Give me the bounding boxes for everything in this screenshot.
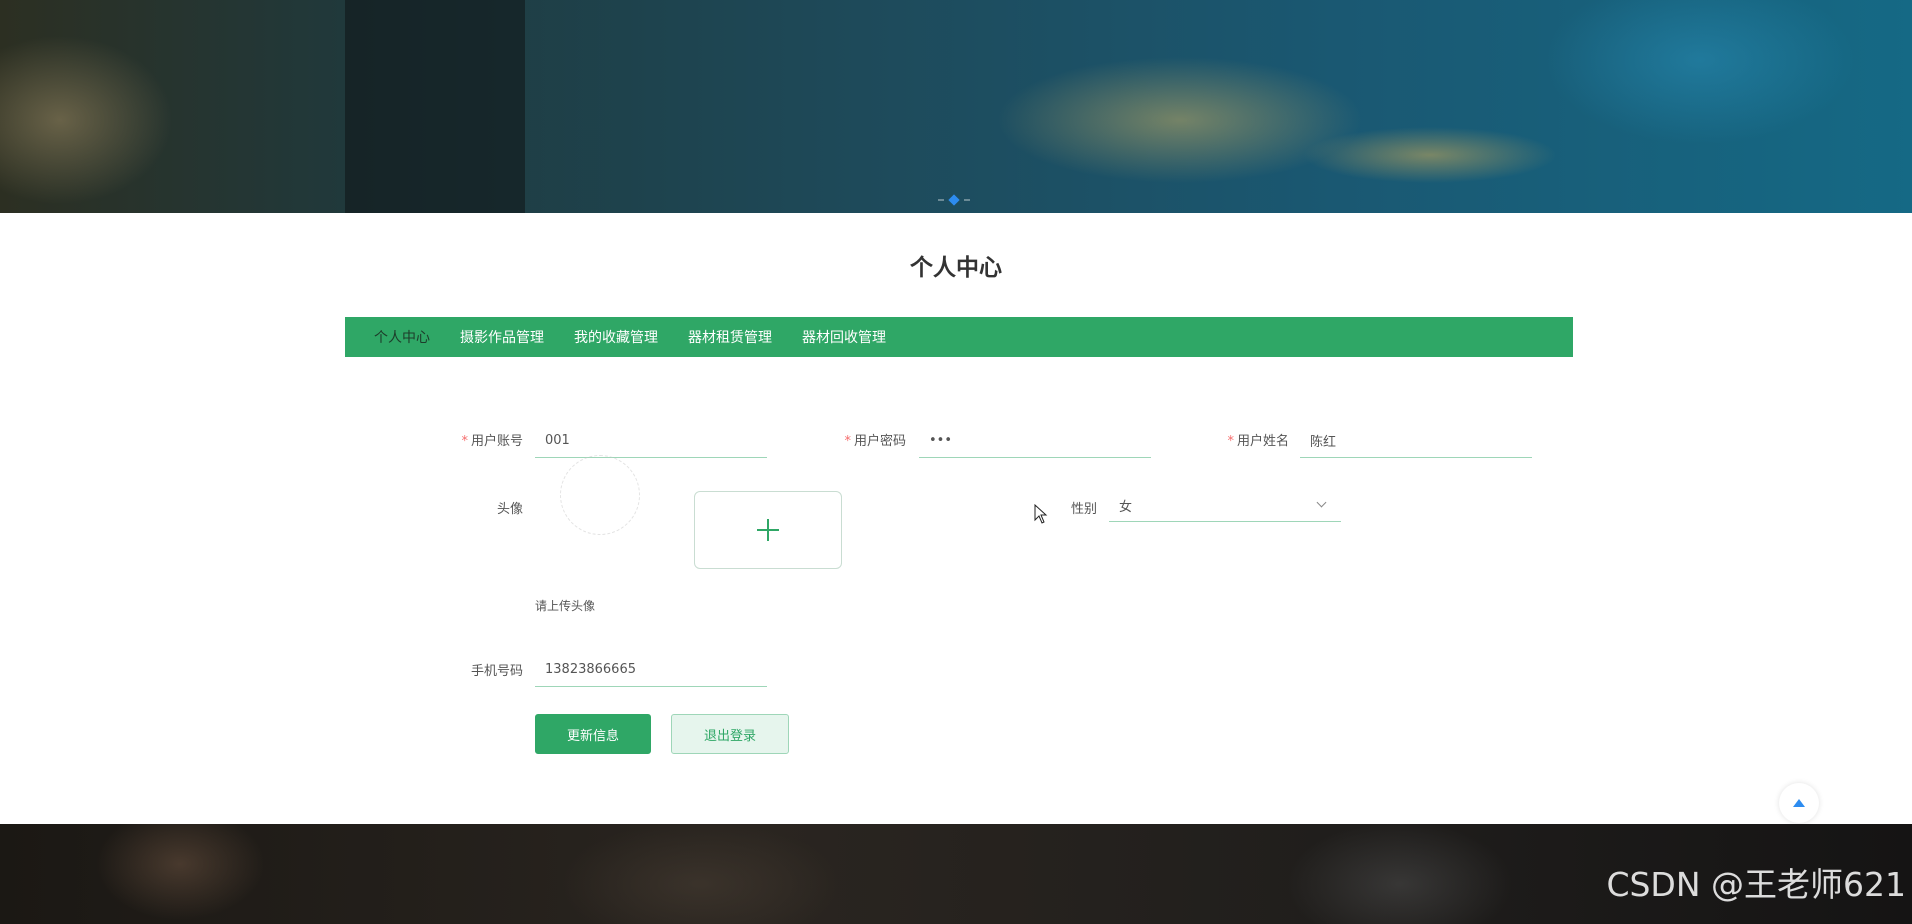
nav-item-photo-works[interactable]: 摄影作品管理 xyxy=(460,327,544,347)
carousel-dot[interactable] xyxy=(938,199,944,201)
carousel-dot[interactable] xyxy=(964,199,970,201)
watermark-text: CSDN @王老师621 xyxy=(1606,865,1906,904)
avatar-preview xyxy=(560,455,640,535)
avatar-hint: 请上传头像 xyxy=(535,599,596,613)
password-label: * 用户密码 xyxy=(844,434,906,449)
carousel-indicators xyxy=(938,194,970,206)
nav-item-personal-center[interactable]: 个人中心 xyxy=(374,327,430,347)
phone-label: 手机号码 xyxy=(470,664,523,679)
gender-label: 性别 xyxy=(1070,502,1097,517)
logout-button[interactable]: 退出登录 xyxy=(671,714,789,754)
avatar-upload-button[interactable] xyxy=(694,491,842,569)
required-mark: * xyxy=(844,434,851,449)
nav-item-favorites[interactable]: 我的收藏管理 xyxy=(574,327,658,347)
required-mark: * xyxy=(1227,434,1234,449)
back-to-top-button[interactable] xyxy=(1779,783,1819,823)
arrow-up-icon xyxy=(1793,799,1805,807)
gender-select-value: 女 xyxy=(1119,500,1133,515)
account-input[interactable] xyxy=(535,424,767,458)
gender-select[interactable]: 女 xyxy=(1109,490,1341,522)
personal-nav-bar: 个人中心 摄影作品管理 我的收藏管理 器材租赁管理 器材回收管理 xyxy=(345,317,1573,357)
phone-input[interactable] xyxy=(535,653,767,687)
name-input[interactable] xyxy=(1300,424,1532,458)
password-input[interactable] xyxy=(919,424,1151,458)
account-label: * 用户账号 xyxy=(461,434,523,449)
plus-icon xyxy=(757,519,779,541)
mouse-cursor-icon xyxy=(1034,504,1048,524)
nav-item-equipment-recycle[interactable]: 器材回收管理 xyxy=(802,327,886,347)
page-title: 个人中心 xyxy=(910,255,1002,281)
chevron-down-icon xyxy=(1316,497,1327,508)
name-label: * 用户姓名 xyxy=(1227,434,1289,449)
footer-image: CSDN @王老师621 xyxy=(0,824,1912,924)
banner-image-overlay xyxy=(345,0,525,213)
update-info-button[interactable]: 更新信息 xyxy=(535,714,651,754)
avatar-label: 头像 xyxy=(496,502,523,517)
banner-carousel[interactable] xyxy=(0,0,1912,213)
carousel-dot-active[interactable] xyxy=(948,194,960,206)
required-mark: * xyxy=(461,434,468,449)
nav-item-equipment-rental[interactable]: 器材租赁管理 xyxy=(688,327,772,347)
